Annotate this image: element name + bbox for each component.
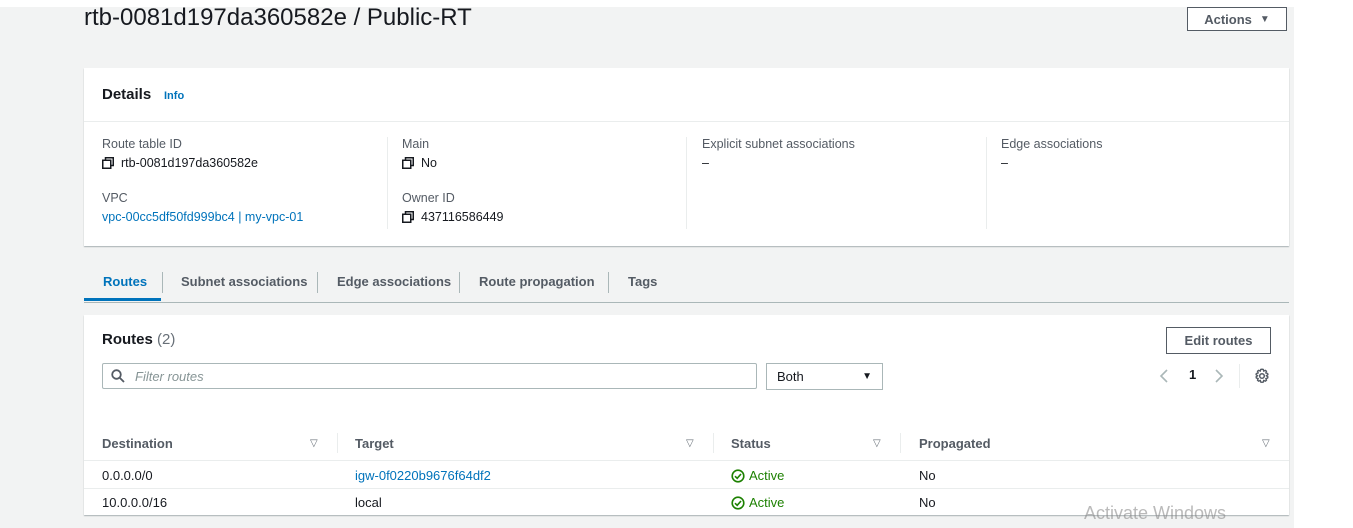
routes-table-header: Destination ▽ Target ▽ Status ▽ Propagat… bbox=[84, 426, 1289, 461]
column-divider bbox=[713, 433, 714, 453]
routes-panel: Routes (2) Edit routes Both ▼ 1 Destinat… bbox=[84, 315, 1289, 515]
vpc-label: VPC bbox=[102, 191, 128, 205]
filter-routes-field[interactable] bbox=[102, 363, 757, 389]
owner-id-label: Owner ID bbox=[402, 191, 455, 205]
vpc-link[interactable]: vpc-00cc5df50fd999bc4 | my-vpc-01 bbox=[102, 210, 303, 224]
table-row[interactable]: 0.0.0.0/0 igw-0f0220b9676f64df2 Active N… bbox=[84, 461, 1289, 489]
edge-assoc-value: – bbox=[1001, 156, 1008, 170]
route-table-id-value: rtb-0081d197da360582e bbox=[102, 156, 258, 170]
sort-icon[interactable]: ▽ bbox=[1262, 438, 1270, 449]
sort-icon[interactable]: ▽ bbox=[873, 438, 881, 449]
status-text: Active bbox=[749, 495, 785, 510]
tab-divider bbox=[608, 272, 609, 293]
route-type-select-value: Both bbox=[777, 369, 804, 384]
cell-target: local bbox=[355, 495, 382, 510]
tab-subnet-associations[interactable]: Subnet associations bbox=[181, 264, 307, 301]
copy-icon[interactable] bbox=[402, 211, 414, 223]
next-page-icon[interactable] bbox=[1214, 368, 1224, 384]
tab-divider bbox=[459, 272, 460, 293]
sort-icon[interactable]: ▽ bbox=[310, 438, 318, 449]
previous-page-icon[interactable] bbox=[1159, 368, 1169, 384]
cell-propagated: No bbox=[919, 495, 936, 510]
search-icon bbox=[111, 369, 125, 383]
sort-icon[interactable]: ▽ bbox=[686, 438, 694, 449]
cell-destination: 0.0.0.0/0 bbox=[102, 468, 153, 483]
column-divider bbox=[986, 137, 987, 229]
column-header-target[interactable]: Target bbox=[355, 436, 394, 451]
tab-edge-associations[interactable]: Edge associations bbox=[337, 264, 451, 301]
main-value-text: No bbox=[421, 156, 437, 170]
routes-count: (2) bbox=[157, 331, 176, 348]
column-divider bbox=[900, 433, 901, 453]
page-number[interactable]: 1 bbox=[1189, 367, 1196, 382]
caret-down-icon: ▼ bbox=[1259, 13, 1270, 25]
details-panel: Details Info Route table ID rtb-0081d197… bbox=[84, 68, 1289, 246]
page-title: rtb-0081d197da360582e / Public-RT bbox=[84, 4, 472, 31]
copy-icon[interactable] bbox=[402, 157, 414, 169]
cell-destination: 10.0.0.0/16 bbox=[102, 495, 168, 510]
route-table-id-text: rtb-0081d197da360582e bbox=[121, 156, 258, 170]
route-type-select[interactable]: Both ▼ bbox=[766, 363, 883, 390]
column-header-destination[interactable]: Destination bbox=[102, 436, 173, 451]
route-table-id-label: Route table ID bbox=[102, 137, 182, 151]
tab-tags[interactable]: Tags bbox=[628, 264, 657, 301]
column-divider bbox=[686, 137, 687, 229]
cell-status: Active bbox=[731, 495, 784, 510]
tab-route-propagation[interactable]: Route propagation bbox=[479, 264, 595, 301]
cell-target-link[interactable]: igw-0f0220b9676f64df2 bbox=[355, 468, 491, 483]
column-header-propagated[interactable]: Propagated bbox=[919, 436, 991, 451]
main-value: No bbox=[402, 156, 437, 170]
caret-down-icon: ▼ bbox=[862, 371, 872, 382]
details-header: Details Info bbox=[84, 68, 1289, 122]
check-circle-icon bbox=[731, 468, 745, 483]
owner-id-text: 437116586449 bbox=[421, 210, 504, 224]
activate-windows-watermark: Activate Windows bbox=[1084, 503, 1227, 523]
status-text: Active bbox=[749, 468, 785, 483]
cell-propagated: No bbox=[919, 468, 936, 483]
pager-divider bbox=[1239, 364, 1240, 388]
edit-routes-button[interactable]: Edit routes bbox=[1166, 327, 1271, 354]
actions-button[interactable]: Actions ▼ bbox=[1187, 7, 1287, 31]
tab-routes[interactable]: Routes bbox=[103, 264, 147, 301]
tab-divider bbox=[317, 272, 318, 293]
explicit-subnet-label: Explicit subnet associations bbox=[702, 137, 855, 151]
main-label: Main bbox=[402, 137, 430, 151]
column-divider bbox=[337, 433, 338, 453]
gear-icon[interactable] bbox=[1254, 368, 1270, 384]
owner-id-value: 437116586449 bbox=[402, 210, 504, 224]
filter-routes-input[interactable] bbox=[133, 367, 737, 385]
column-header-status[interactable]: Status bbox=[731, 436, 771, 451]
routes-title: Routes (2) bbox=[102, 331, 175, 348]
active-tab-indicator bbox=[84, 298, 161, 301]
check-circle-icon bbox=[731, 495, 745, 510]
tab-bar: Routes Subnet associations Edge associat… bbox=[84, 264, 1289, 303]
tab-divider bbox=[162, 272, 163, 293]
routes-title-text: Routes bbox=[102, 331, 153, 348]
actions-button-label: Actions bbox=[1204, 11, 1252, 27]
copy-icon[interactable] bbox=[102, 157, 114, 169]
cell-status: Active bbox=[731, 468, 784, 483]
info-link[interactable]: Info bbox=[164, 90, 184, 102]
details-title: Details bbox=[102, 86, 152, 103]
explicit-subnet-value: – bbox=[702, 156, 709, 170]
edge-assoc-label: Edge associations bbox=[1001, 137, 1103, 151]
column-divider bbox=[387, 137, 388, 229]
